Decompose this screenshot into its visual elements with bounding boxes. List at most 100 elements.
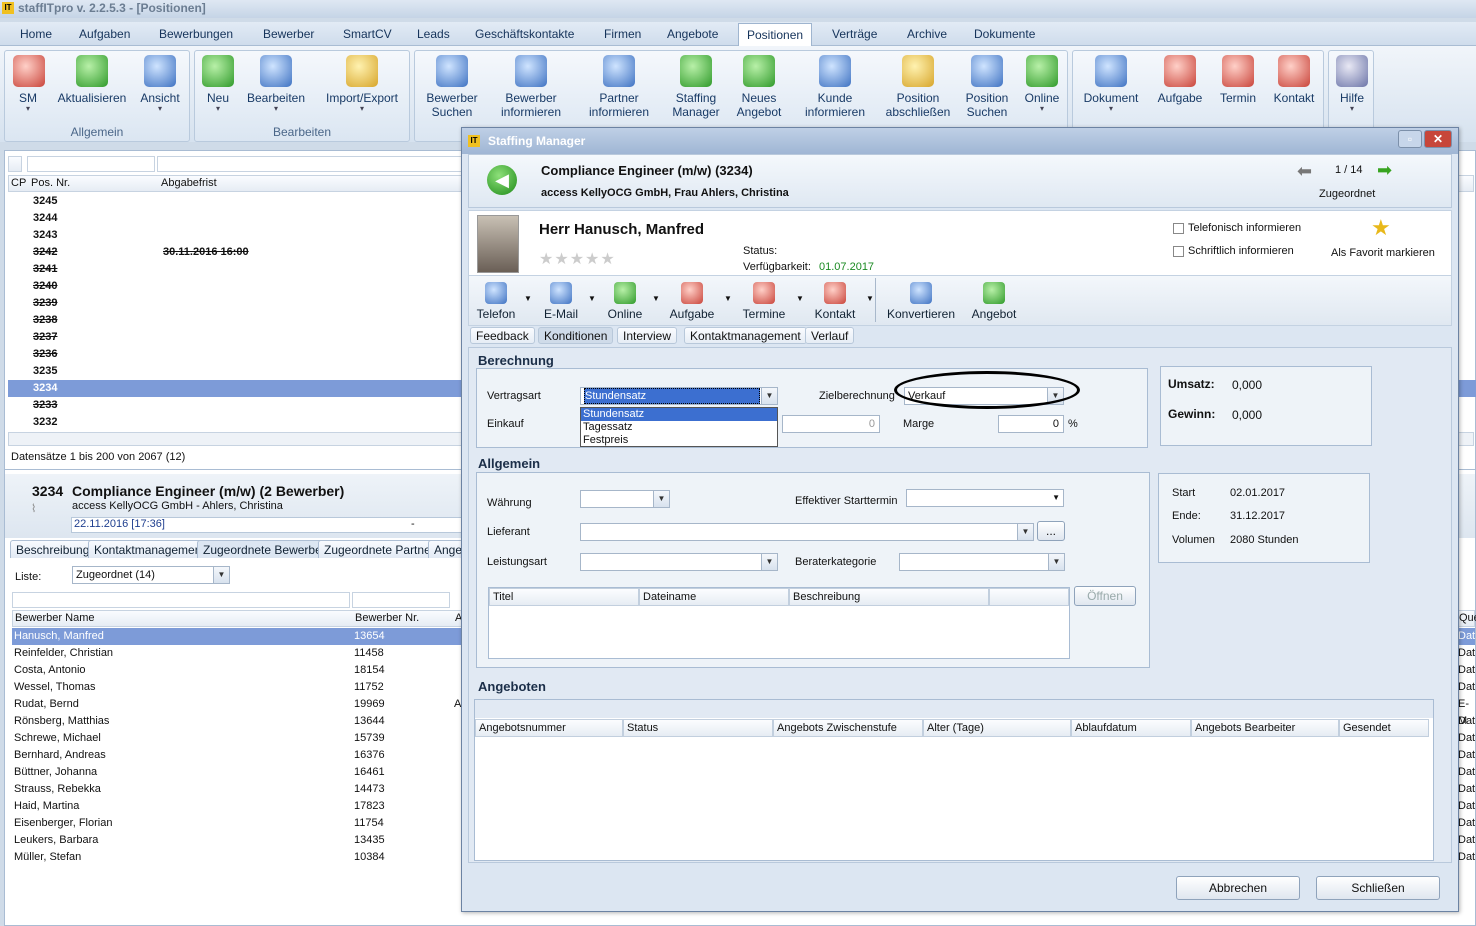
tab-bewerber[interactable]: Bewerber [263,27,314,41]
col-que[interactable]: Que [1459,612,1476,624]
tab-firmen[interactable]: Firmen [604,27,641,41]
position-suchen-button[interactable]: Position Suchen [961,55,1013,119]
col-posnr[interactable]: Pos. Nr. [31,177,70,189]
neues-angebot-button[interactable]: Neues Angebot [731,55,787,119]
tab-kontaktmanagement[interactable]: Kontaktmanagement [684,327,807,344]
lieferant-select[interactable]: ▼ [580,523,1034,541]
col-status[interactable]: Status [623,719,773,737]
import-export-button[interactable]: Import/Export ▾ [319,55,405,113]
col-cp[interactable]: CP [11,177,26,189]
abbrechen-button[interactable]: Abbrechen [1176,876,1300,900]
tab-archive[interactable]: Archive [907,27,947,41]
schriftlich-checkbox[interactable] [1173,246,1184,257]
bearbeiten-button[interactable]: Bearbeiten ▾ [243,55,309,113]
tab-leads[interactable]: Leads [417,27,450,41]
tab-beschreibung[interactable]: Beschreibung [10,540,96,558]
chevron-down-icon[interactable]: ▼ [1052,490,1060,506]
col-ablaufdatum[interactable]: Ablaufdatum [1071,719,1191,737]
tab-positionen[interactable]: Positionen [738,23,813,47]
aktualisieren-button[interactable]: Aktualisieren [57,55,127,105]
lieferant-browse-button[interactable]: ... [1037,521,1065,541]
option-tagessatz[interactable]: Tagessatz [581,421,777,434]
sm-button[interactable]: SM ▾ [13,55,45,113]
col-dateiname[interactable]: Dateiname [639,588,789,606]
ansicht-button[interactable]: Ansicht ▾ [137,55,183,113]
position-abschliessen-button[interactable]: Position abschließen [881,55,955,119]
tab-zugeordnete-bewerber[interactable]: Zugeordnete Bewerber [197,540,332,558]
telefonisch-checkbox[interactable] [1173,223,1184,234]
bewerber-suchen-button[interactable]: Bewerber Suchen [421,55,483,119]
nr-filter-input[interactable] [352,592,450,608]
tab-kontaktmanagement[interactable]: Kontaktmanagement [88,540,211,558]
staffing-manager-button[interactable]: Staffing Manager [667,55,725,119]
col-titel[interactable]: Titel [489,588,639,606]
termin-button[interactable]: Termin [1213,55,1263,105]
chevron-down-icon[interactable]: ▼ [653,491,669,507]
col-abgabefrist[interactable]: Abgabefrist [161,177,217,189]
aufgabe-action-button[interactable]: Aufgabe [666,282,718,321]
telefon-button[interactable]: Telefon [474,282,518,321]
chevron-down-icon[interactable]: ▼ [866,294,874,303]
waehrung-select[interactable]: ▼ [580,490,670,508]
tab-vertraege[interactable]: Verträge [832,27,877,41]
col-bearbeiter[interactable]: Angebots Bearbeiter [1191,719,1339,737]
tab-interview[interactable]: Interview [617,327,678,344]
name-filter-input[interactable] [12,592,350,608]
starttermin-picker[interactable]: ▼ [906,489,1064,507]
oeffnen-button[interactable]: Öffnen [1074,586,1136,606]
chevron-down-icon[interactable]: ▼ [588,294,596,303]
prev-arrow-icon[interactable]: ⬅ [1297,161,1312,182]
marge-input[interactable]: 0 [998,415,1064,433]
tab-feedback[interactable]: Feedback [470,327,535,344]
kontakt-button[interactable]: Kontakt [1269,55,1319,105]
filter-button[interactable] [8,156,22,172]
tab-angebote[interactable]: Angebote [667,27,718,41]
aufgabe-button[interactable]: Aufgabe [1153,55,1207,105]
termine-action-button[interactable]: Termine [738,282,790,321]
option-stundensatz[interactable]: Stundensatz [581,408,777,421]
close-button[interactable]: ✕ [1424,130,1452,148]
tab-verlauf[interactable]: Verlauf [805,327,855,344]
col-bewerber-nr[interactable]: Bewerber Nr. [355,612,419,624]
favorit-label[interactable]: Als Favorit markieren [1331,247,1435,259]
chevron-down-icon[interactable]: ▼ [761,388,777,404]
chevron-down-icon[interactable]: ▼ [796,294,804,303]
col-gesendet[interactable]: Gesendet [1339,719,1429,737]
chevron-down-icon[interactable]: ▼ [761,554,777,570]
col-bewerber-name[interactable]: Bewerber Name [15,612,94,624]
tab-aufgaben[interactable]: Aufgaben [79,27,130,41]
col-beschreibung[interactable]: Beschreibung [789,588,989,606]
option-festpreis[interactable]: Festpreis [581,434,777,447]
einkauf-input[interactable]: 0 [782,415,880,433]
chevron-down-icon[interactable]: ▼ [213,567,229,583]
rating-stars-icon[interactable]: ★★★★★ [539,249,616,269]
online-action-button[interactable]: Online [602,282,648,321]
kunde-informieren-button[interactable]: Kunde informieren [795,55,875,119]
online-button[interactable]: Online ▾ [1019,55,1065,113]
beraterkategorie-select[interactable]: ▼ [899,553,1065,571]
liste-select[interactable]: Zugeordnet (14) ▼ [72,566,230,584]
chevron-down-icon[interactable]: ▼ [1048,554,1064,570]
restore-button[interactable]: ▫ [1398,130,1422,148]
konvertieren-button[interactable]: Konvertieren [886,282,956,321]
neu-button[interactable]: Neu ▾ [201,55,235,113]
back-arrow-icon[interactable]: ◀ [487,165,517,195]
hilfe-button[interactable]: Hilfe ▾ [1335,55,1369,113]
dokument-button[interactable]: Dokument ▾ [1079,55,1143,113]
tab-dokumente[interactable]: Dokumente [974,27,1035,41]
next-arrow-icon[interactable]: ➡ [1377,160,1392,181]
col-zwischenstufe[interactable]: Angebots Zwischenstufe [773,719,923,737]
schliessen-button[interactable]: Schließen [1316,876,1440,900]
chevron-down-icon[interactable]: ▼ [524,294,532,303]
tab-konditionen[interactable]: Konditionen [538,327,614,344]
tab-smartcv[interactable]: SmartCV [343,27,392,41]
col-alter[interactable]: Alter (Tage) [923,719,1071,737]
frist-filter-input[interactable] [157,156,463,172]
tab-zugeordnete-partner[interactable]: Zugeordnete Partner [318,540,441,558]
col-angebotsnummer[interactable]: Angebotsnummer [475,719,623,737]
email-button[interactable]: E-Mail [538,282,584,321]
partner-informieren-button[interactable]: Partner informieren [579,55,659,119]
kontakt-action-button[interactable]: Kontakt [810,282,860,321]
posnr-filter-input[interactable] [27,156,155,172]
angebot-action-button[interactable]: Angebot [968,282,1020,321]
